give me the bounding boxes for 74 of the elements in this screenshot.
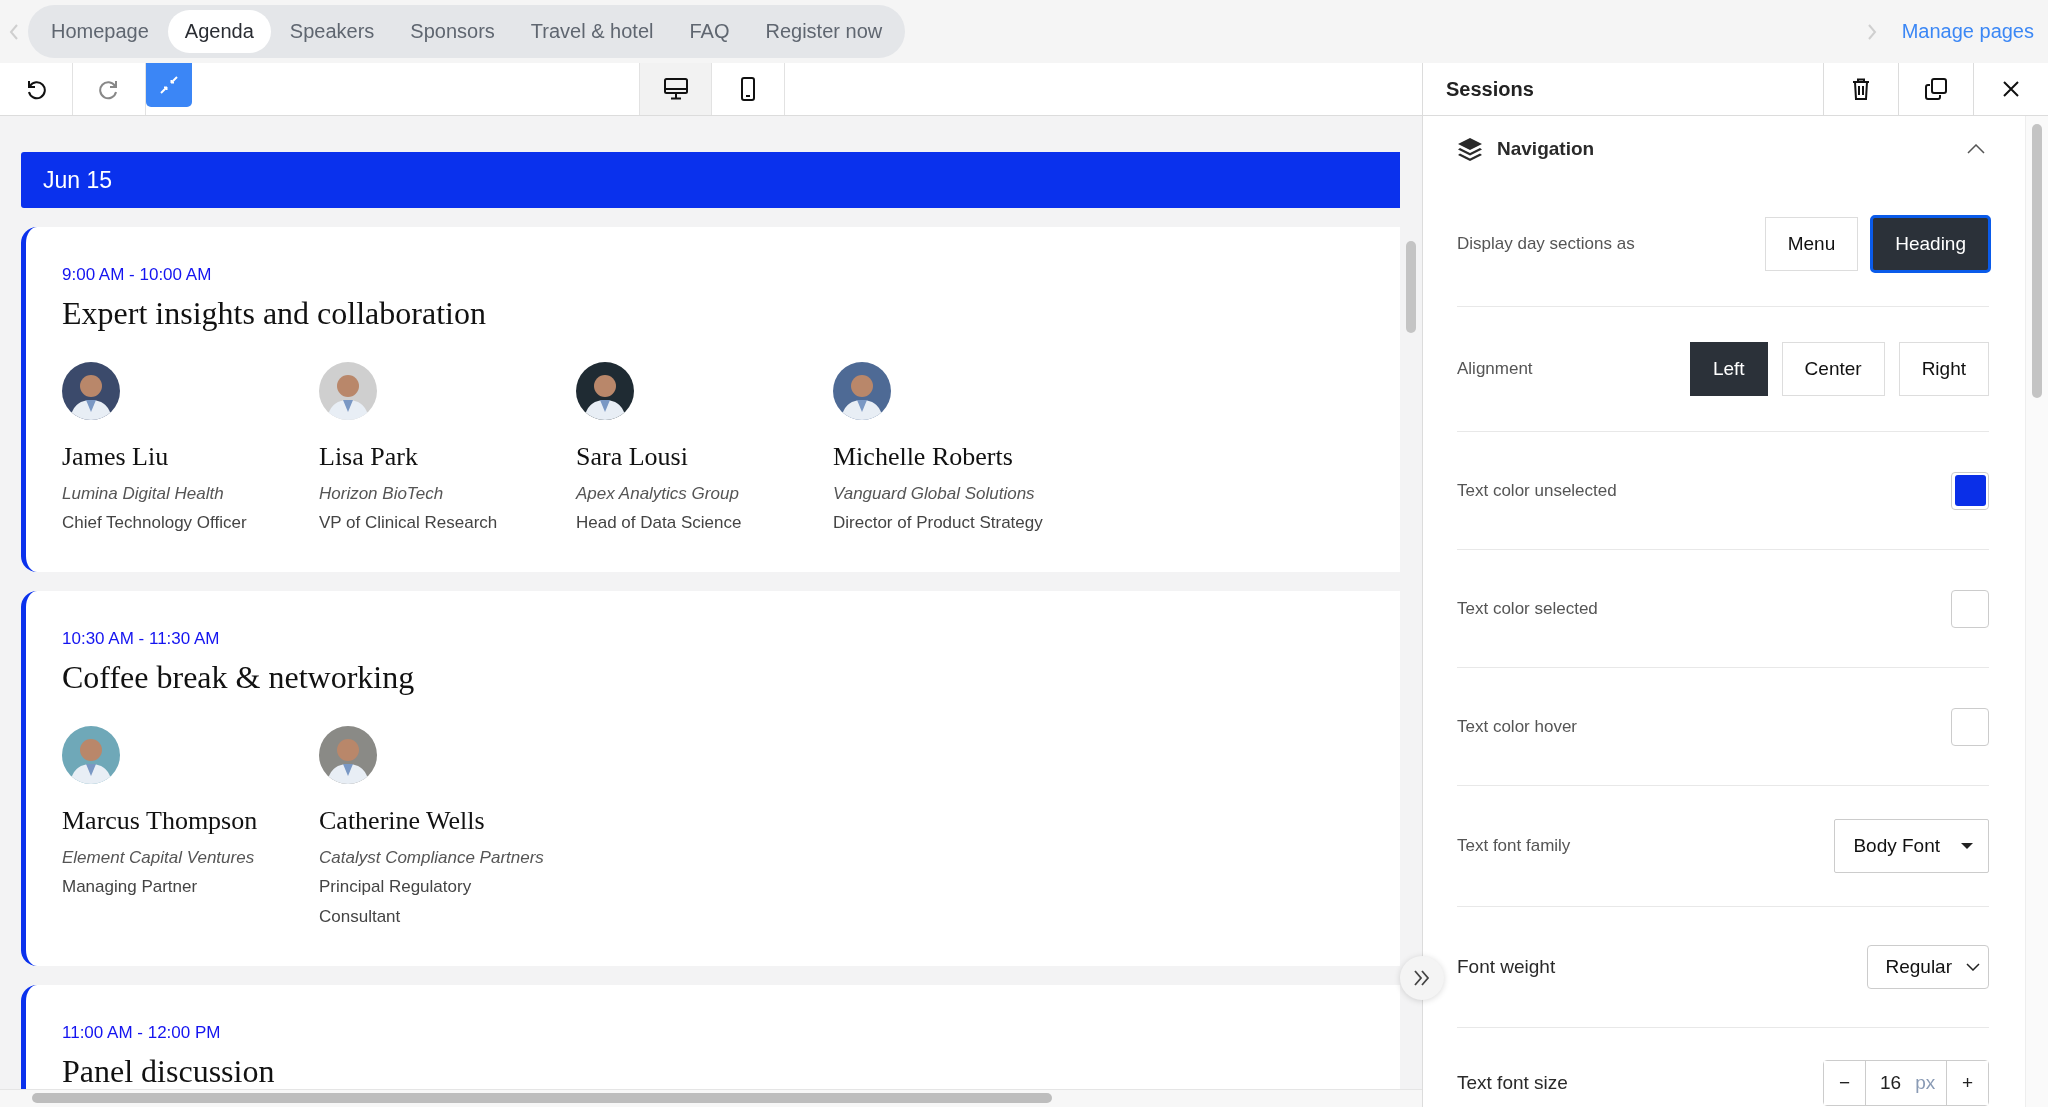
trash-icon xyxy=(1852,78,1870,100)
page-tab[interactable]: Travel & hotel xyxy=(513,10,671,53)
setting-label: Text color hover xyxy=(1457,716,1577,737)
copy-icon xyxy=(1925,78,1947,100)
option-button[interactable]: Left xyxy=(1689,342,1768,396)
scrollbar-thumb[interactable] xyxy=(32,1093,1052,1103)
expand-button[interactable] xyxy=(1400,956,1444,1000)
page-tab[interactable]: Sponsors xyxy=(393,10,512,53)
collapse-icon xyxy=(159,75,179,95)
redo-icon xyxy=(98,78,120,100)
speaker-role: Director of Product Strategy xyxy=(833,512,1043,534)
font-size-stepper[interactable]: − 16 px + xyxy=(1823,1060,1989,1106)
page-tab[interactable]: Speakers xyxy=(272,10,392,53)
setting-label: Text color unselected xyxy=(1457,480,1617,501)
speaker-name: Sara Lousi xyxy=(576,442,688,472)
setting-label: Display day sections as xyxy=(1457,234,1635,254)
panel-title: Sessions xyxy=(1445,76,1535,102)
chevron-down-icon xyxy=(1966,963,1980,971)
view-mode-button[interactable] xyxy=(639,63,712,115)
close-icon xyxy=(2002,80,2020,98)
unit-label: px xyxy=(1915,1072,1936,1094)
speaker-company: Vanguard Global Solutions xyxy=(833,484,1035,504)
speaker-name: Lisa Park xyxy=(319,442,418,472)
day-heading: Jun 15 xyxy=(21,152,1400,208)
setting-label: Font weight xyxy=(1457,956,1556,978)
speaker-company: Element Capital Ventures xyxy=(62,848,255,868)
color-swatch[interactable] xyxy=(1951,707,1989,746)
speaker-role: Chief Technology Officer xyxy=(62,512,247,534)
setting-label: Text font size xyxy=(1457,1072,1568,1094)
scrollbar-thumb[interactable] xyxy=(2032,124,2042,398)
font-family-dropdown[interactable]: Body Font xyxy=(1834,819,1989,873)
speaker-company: Catalyst Compliance Partners xyxy=(319,848,544,868)
page-tab[interactable]: Agenda xyxy=(167,10,271,53)
undo-icon xyxy=(25,78,47,100)
color-swatch[interactable] xyxy=(1951,471,1989,510)
collapse-button[interactable] xyxy=(146,63,192,107)
session-time: 9:00 AM - 10:00 AM xyxy=(62,265,213,285)
phone-icon xyxy=(740,77,756,101)
scrollbar-thumb[interactable] xyxy=(1406,241,1416,333)
session-title: Expert insights and collaboration xyxy=(62,295,487,332)
session-title: Coffee break & networking xyxy=(62,659,416,696)
layers-icon xyxy=(1457,137,1483,161)
color-swatch[interactable] xyxy=(1951,589,1989,628)
speaker-role: Managing Partner xyxy=(62,876,198,898)
speaker-role: VP of Clinical Research xyxy=(319,512,498,534)
speaker-name: Catherine Wells xyxy=(319,806,485,836)
section-title: Navigation xyxy=(1497,138,1596,160)
double-chevron-icon xyxy=(1413,970,1431,986)
setting-label: Text font family xyxy=(1457,836,1571,856)
session-time: 10:30 AM - 11:30 AM xyxy=(62,629,221,649)
setting-label: Text color selected xyxy=(1457,598,1598,619)
speaker-role: Principal Regulatory Consultant xyxy=(319,876,473,928)
option-button[interactable]: Center xyxy=(1781,342,1885,396)
font-weight-select[interactable]: Regular xyxy=(1867,945,1989,989)
page-tab[interactable]: FAQ xyxy=(672,10,747,53)
option-button[interactable]: Menu xyxy=(1764,217,1859,271)
option-button[interactable]: Right xyxy=(1898,342,1989,396)
speaker-company: Horizon BioTech xyxy=(319,484,444,504)
setting-label: Alignment xyxy=(1457,359,1533,379)
caret-icon xyxy=(1960,842,1974,850)
option-button[interactable]: Heading xyxy=(1872,217,1989,271)
speaker-name: James Liu xyxy=(62,442,169,472)
page-tab[interactable]: Register now xyxy=(748,10,900,53)
font-size-value: 16 xyxy=(1880,1072,1902,1094)
session-time: 11:00 AM - 12:00 PM xyxy=(62,1023,222,1043)
chevron-up-icon[interactable] xyxy=(1967,144,1985,154)
speaker-company: Apex Analytics Group xyxy=(576,484,739,504)
session-title: Panel discussion xyxy=(62,1053,276,1089)
speaker-name: Michelle Roberts xyxy=(833,442,1013,472)
speaker-name: Marcus Thompson xyxy=(62,806,258,836)
page-tab[interactable]: Homepage xyxy=(34,10,166,53)
speaker-company: Lumina Digital Health xyxy=(62,484,224,504)
speaker-role: Head of Data Science xyxy=(576,512,742,534)
monitor-icon xyxy=(663,78,688,100)
